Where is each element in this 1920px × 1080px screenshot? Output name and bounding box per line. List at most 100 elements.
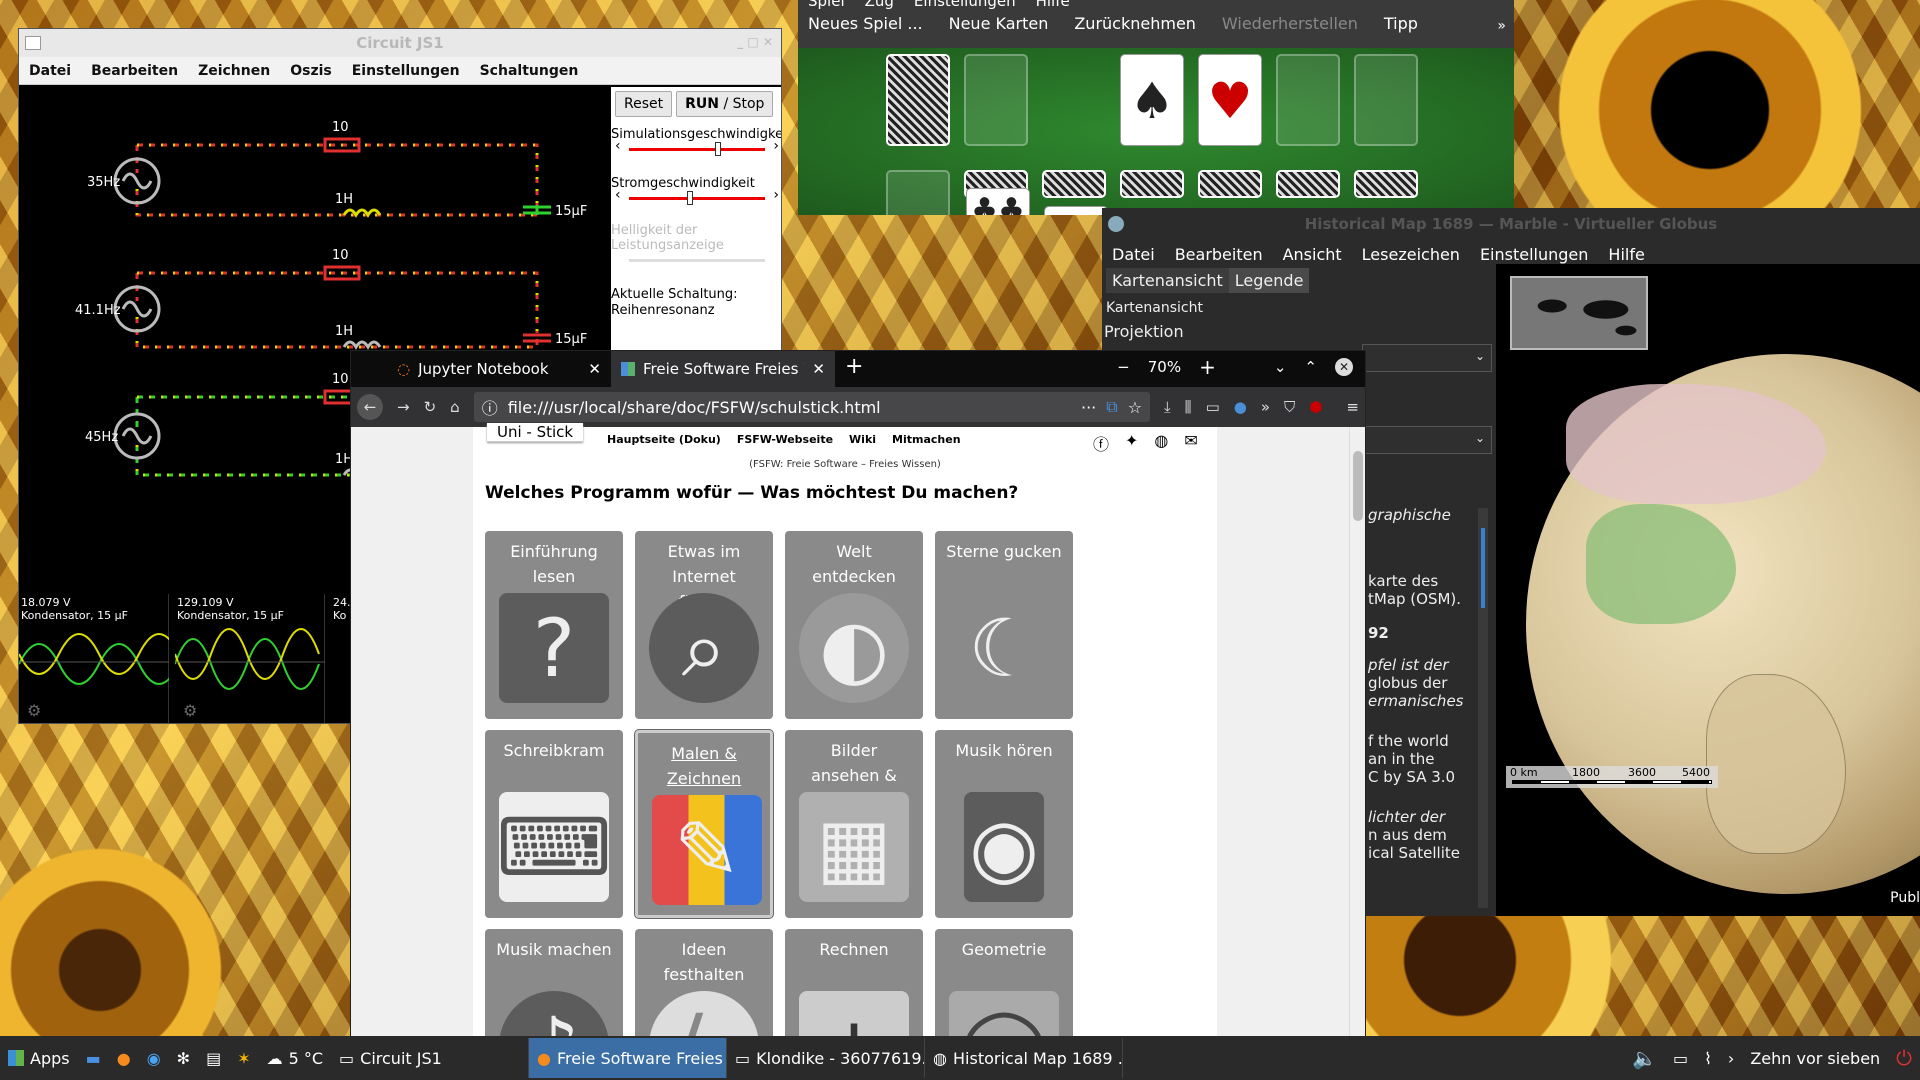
menu-einstellungen[interactable]: Einstellungen <box>342 63 470 79</box>
zoom-out-button[interactable]: − <box>1117 358 1130 376</box>
apps-menu-button[interactable]: Apps <box>0 1038 78 1078</box>
zoom-level[interactable]: 70% <box>1148 358 1181 376</box>
clock[interactable]: Zehn vor sieben <box>1742 1038 1888 1078</box>
new-tab-button[interactable]: + <box>835 354 873 387</box>
menu-ansicht[interactable]: Ansicht <box>1273 245 1352 264</box>
legend-scrollbar[interactable] <box>1478 508 1488 908</box>
marble-titlebar[interactable]: Historical Map 1689 — Marble - Virtuelle… <box>1102 208 1920 240</box>
close-window-button[interactable]: ✕ <box>1335 358 1353 376</box>
stock-pile[interactable] <box>886 54 950 146</box>
nav-fsfw-webseite[interactable]: FSFW-Webseite <box>737 433 833 446</box>
menu-hilfe[interactable]: Hilfe <box>1026 0 1080 10</box>
waste-pile[interactable] <box>964 54 1028 146</box>
menu-bearbeiten[interactable]: Bearbeiten <box>81 63 188 79</box>
menu-einstellungen[interactable]: Einstellungen <box>1470 245 1598 264</box>
nav-wiki[interactable]: Wiki <box>849 433 876 446</box>
menu-schaltungen[interactable]: Schaltungen <box>470 63 589 79</box>
forward-button[interactable]: → <box>397 398 410 416</box>
undo-button[interactable]: Zurücknehmen <box>1064 14 1206 33</box>
new-game-button[interactable]: Neues Spiel ... <box>798 14 933 33</box>
tile-sterne[interactable]: Sterne gucken ☾ <box>935 531 1073 719</box>
github-icon[interactable]: ◍ <box>1154 431 1168 455</box>
nav-hauptseite[interactable]: Hauptseite (Doku) <box>607 433 721 446</box>
task-klondike[interactable]: ▭ Klondike - 36077619... <box>727 1038 926 1078</box>
home-button[interactable]: ⌂ <box>450 398 460 416</box>
tile-schreibkram[interactable]: Schreibkram ⌨ <box>485 730 623 918</box>
network-icon[interactable]: ✻ <box>169 1038 198 1078</box>
paperclip-icon[interactable]: ⌇ <box>1696 1038 1720 1078</box>
foundation-empty-1[interactable] <box>1276 54 1340 146</box>
foundation-hearts[interactable]: ♥ <box>1198 54 1262 146</box>
gear-icon[interactable]: ⚙ <box>27 701 41 720</box>
tab-legende[interactable]: Legende <box>1228 268 1310 293</box>
scope-1[interactable]: 18.079 V Kondensator, 15 µF ⚙ <box>19 594 180 723</box>
tile-malen[interactable]: Malen & Zeichnen ✎ <box>634 729 774 919</box>
more-icon[interactable]: ··· <box>1081 398 1096 417</box>
toolbar-more-icon[interactable]: » <box>1497 18 1506 34</box>
ublock-icon[interactable]: ⬢ <box>1309 398 1322 416</box>
tile-musik-hoeren[interactable]: Musik hören ◉ <box>935 730 1073 918</box>
menu-zeichnen[interactable]: Zeichnen <box>188 63 280 79</box>
nav-mitmachen[interactable]: Mitmachen <box>892 433 961 446</box>
globe-map-view[interactable]: 0 km 1800 3600 5400 Publ <box>1496 264 1920 916</box>
chevron-right-icon[interactable]: › <box>1720 1038 1742 1078</box>
sim-speed-slider[interactable]: ‹ › <box>615 138 779 156</box>
tile-bilder[interactable]: Bilder ansehen & bearbeiten▦ <box>785 730 923 918</box>
volume-icon[interactable]: 🔈 <box>1624 1038 1665 1078</box>
tile-ideen[interactable]: Ideen festhalten ϟ <box>635 929 773 1037</box>
circuit-titlebar[interactable]: Circuit JS1 _ □ ✕ <box>19 29 781 57</box>
page-scrollbar[interactable] <box>1349 427 1365 1037</box>
menu-zug[interactable]: Zug <box>855 0 904 10</box>
menu-oszis[interactable]: Oszis <box>280 63 342 79</box>
reload-button[interactable]: ↻ <box>424 398 437 416</box>
hamburger-menu-icon[interactable]: ≡ <box>1346 398 1359 416</box>
foundation-empty-2[interactable] <box>1354 54 1418 146</box>
scope-2[interactable]: 129.109 V Kondensator, 15 µF ⚙ <box>174 594 325 723</box>
overview-map[interactable] <box>1510 276 1648 350</box>
info-icon[interactable]: ⓘ <box>482 395 498 419</box>
tile-internet[interactable]: Etwas im Internet finden⌕ <box>635 531 773 719</box>
tools-icon[interactable]: ✶ <box>229 1038 258 1078</box>
shield-icon[interactable]: ⛉ <box>1284 398 1295 416</box>
task-marble[interactable]: ◍ Historical Map 1689 ... <box>925 1038 1124 1078</box>
extension-icon[interactable]: » <box>1261 398 1270 416</box>
tab-freie-software[interactable]: Freie Software Freies W ✕ <box>611 351 835 387</box>
menu-datei[interactable]: Datei <box>1102 245 1165 264</box>
menu-lesezeichen[interactable]: Lesezeichen <box>1352 245 1470 264</box>
foundation-spades[interactable]: ♠ <box>1120 54 1184 146</box>
tableau-1[interactable] <box>886 170 950 215</box>
tableau-3-heart[interactable]: ♥ <box>1044 206 1108 215</box>
firefox-icon[interactable]: ● <box>109 1038 139 1078</box>
weather-widget[interactable]: ☁ 5 °C <box>259 1038 331 1078</box>
site-logo[interactable]: Uni - Stick <box>487 423 584 442</box>
menu-datei[interactable]: Datei <box>19 63 81 79</box>
run-stop-button[interactable]: RUN / Stop <box>676 91 774 117</box>
translate-icon[interactable]: ⧉ <box>1106 397 1117 417</box>
close-icon[interactable]: ✕ <box>588 360 601 378</box>
document-icon[interactable]: ▤ <box>198 1038 229 1078</box>
redo-button[interactable]: Wiederherstellen <box>1212 14 1368 33</box>
projection-select[interactable]: ⌄ <box>1362 344 1492 372</box>
menu-einstellungen[interactable]: Einstellungen <box>904 0 1026 10</box>
reset-button[interactable]: Reset <box>615 91 673 117</box>
tile-musik-machen[interactable]: Musik machen ♪ <box>485 929 623 1037</box>
twitter-icon[interactable]: ✦ <box>1125 431 1138 455</box>
sidebar-icon[interactable]: ▭ <box>1206 398 1220 416</box>
download-icon[interactable]: ⤓ <box>1164 398 1171 416</box>
tile-einfuehrung[interactable]: Einführung lesen? <box>485 531 623 719</box>
account-icon[interactable]: ● <box>1234 398 1247 416</box>
tile-geometrie[interactable]: Geometrie ◯ <box>935 929 1073 1037</box>
window-controls[interactable]: _ □ ✕ <box>737 35 773 49</box>
theme-select[interactable]: ⌄ <box>1362 426 1492 454</box>
tile-welt[interactable]: Welt entdecken ◐ <box>785 531 923 719</box>
section-projektion[interactable]: Projektion <box>1104 322 1184 341</box>
browser-icon[interactable]: ◉ <box>139 1038 169 1078</box>
library-icon[interactable]: ⫼ <box>1185 398 1192 416</box>
gear-icon[interactable]: ⚙ <box>183 701 197 720</box>
tableau-2-nine-clubs[interactable]: ♣♣♣♣♣♣♣ <box>966 188 1030 215</box>
bookmark-star-icon[interactable]: ☆ <box>1128 398 1142 417</box>
close-icon[interactable]: ✕ <box>812 360 825 378</box>
facebook-icon[interactable]: ⓕ <box>1093 431 1109 455</box>
file-manager-icon[interactable]: ▬ <box>78 1038 109 1078</box>
display-icon[interactable]: ▭ <box>1665 1038 1696 1078</box>
